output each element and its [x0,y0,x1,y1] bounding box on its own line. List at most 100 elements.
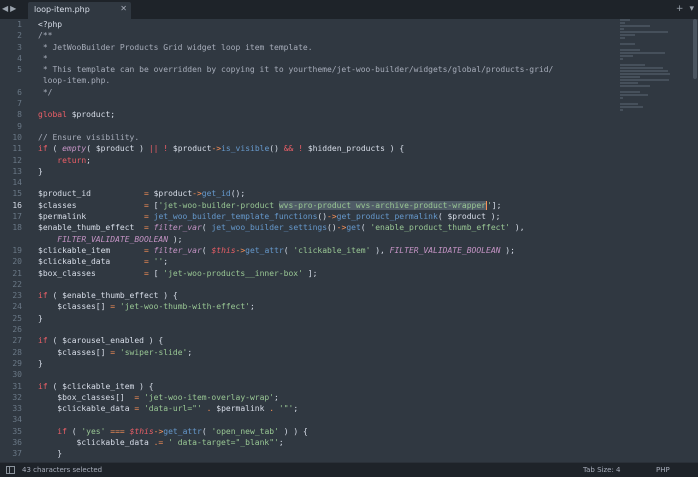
minimap-line [620,91,641,93]
tab-actions: + ▾ [676,3,694,15]
back-arrow-icon[interactable]: ◀ [2,3,8,15]
line-number: 1 [17,20,22,29]
line-number: 29 [12,358,22,368]
code-line: if ( 'yes' === $this->get_attr( 'open_ne… [57,426,308,436]
forward-arrow-icon[interactable]: ▶ [10,3,16,15]
line-number: 15 [12,189,22,199]
minimap-line [620,67,663,69]
scrollbar-thumb[interactable] [693,19,697,79]
line-number: 9 [17,121,22,131]
code-line: if ( $enable_thumb_effect ) { [38,291,178,301]
code-line: // Ensure visibility. [38,132,140,142]
code-line: $clickable_data .= ' data-target="_blank… [38,437,284,447]
minimap-line [620,85,651,87]
code-line: } [38,313,43,323]
line-number [0,234,30,245]
minimap-line [620,94,648,96]
line-number: 36 [12,437,22,447]
minimap[interactable] [620,19,692,111]
minimap-line [620,22,626,24]
line-number: 10 [12,132,22,142]
code-line: $clickable_data = 'data-url="' . $permal… [38,404,299,414]
minimap-line [620,55,633,57]
minimap-line [620,43,636,45]
minimap-line [620,49,641,51]
code-line: if ( $clickable_item ) { [38,381,154,391]
code-area[interactable]: <?php /** * JetWooBuilder Products Grid … [38,19,620,462]
plus-icon[interactable]: + [676,3,684,15]
minimap-line [620,28,625,30]
line-number: 16 [0,199,30,212]
line-number: 14 [12,178,22,188]
line-number: 2 [17,31,22,41]
code-line: $classes[] = 'jet-woo-thumb-with-effect'… [38,302,255,312]
line-number: 25 [12,313,22,323]
code-line: $clickable_data = ''; [38,257,169,267]
code-line: } [38,449,63,459]
minimap-line [620,37,626,39]
line-number: 11 [12,144,22,154]
line-number: 32 [12,392,22,402]
line-number: 4 [17,53,22,63]
minimap-line [620,103,638,105]
code-editor[interactable]: 1 2 3 4 5 6 7 8 9 10 11 12 13 14 15 16 17 18 19 20 21 22 23 24 2… [0,19,698,462]
minimap-line [620,106,643,108]
minimap-line [620,25,651,27]
minimap-line [620,109,624,111]
tab-bar: ◀ ▶ loop-item.php ✕ + ▾ [0,0,698,19]
minimap-line [620,82,638,84]
minimap-line [620,19,631,21]
line-number: 7 [17,99,22,109]
line-number: 18 [12,223,22,233]
code-line: $enable_thumb_effect = filter_var( jet_w… [38,223,525,233]
line-number: 34 [12,415,22,425]
minimap-line [620,34,636,36]
line-number: 24 [12,302,22,312]
minimap-line [620,79,670,81]
vertical-scrollbar[interactable] [692,19,698,462]
tab-loop-item[interactable]: loop-item.php ✕ [28,2,131,19]
minimap-line [620,64,646,66]
code-line: $classes[] = 'swiper-slide'; [38,347,193,357]
line-number: 20 [12,257,22,267]
line-number: 28 [12,347,22,357]
minimap-line [620,73,671,75]
minimap-line [620,76,641,78]
code-line: $product_id = $product->get_id(); [38,189,246,199]
code-line: return; [57,155,91,165]
panel-toggle-icon[interactable] [6,466,15,474]
line-number: 26 [12,325,22,335]
code-line: $box_classes[] = 'jet-woo-item-overlay-w… [38,392,279,402]
syntax-selector[interactable]: PHP [656,465,670,476]
line-number [0,75,30,86]
code-line: } [38,358,43,368]
code-line: * JetWooBuilder Products Grid widget loo… [38,42,313,52]
code-line: FILTER_VALIDATE_BOOLEAN ); [57,234,183,244]
code-line: <?php [38,20,63,29]
line-number: 35 [12,426,22,436]
code-line: */ [38,87,53,97]
code-line: loop-item.php. [38,76,111,86]
code-line: * This template can be overridden by cop… [38,65,554,75]
code-line: if ( empty( $product ) || ! $product->is… [38,144,405,154]
code-line: /** [38,31,53,41]
tab-size-selector[interactable]: Tab Size: 4 [583,465,620,476]
minimap-line [620,70,668,72]
chevron-down-icon[interactable]: ▾ [689,3,694,15]
line-number: 8 [17,110,22,120]
code-line-active: $classes = ['jet-woo-builder-product wvs… [38,199,620,212]
close-icon[interactable]: ✕ [120,4,127,13]
line-number-gutter: 1 2 3 4 5 6 7 8 9 10 11 12 13 14 15 16 17 18 19 20 21 22 23 24 2… [0,19,30,462]
minimap-line [620,31,668,33]
line-number: 6 [17,87,22,97]
minimap-line [620,52,666,54]
line-number: 5 [17,65,22,75]
code-line: } [38,166,43,176]
tab-label: loop-item.php [34,5,90,14]
